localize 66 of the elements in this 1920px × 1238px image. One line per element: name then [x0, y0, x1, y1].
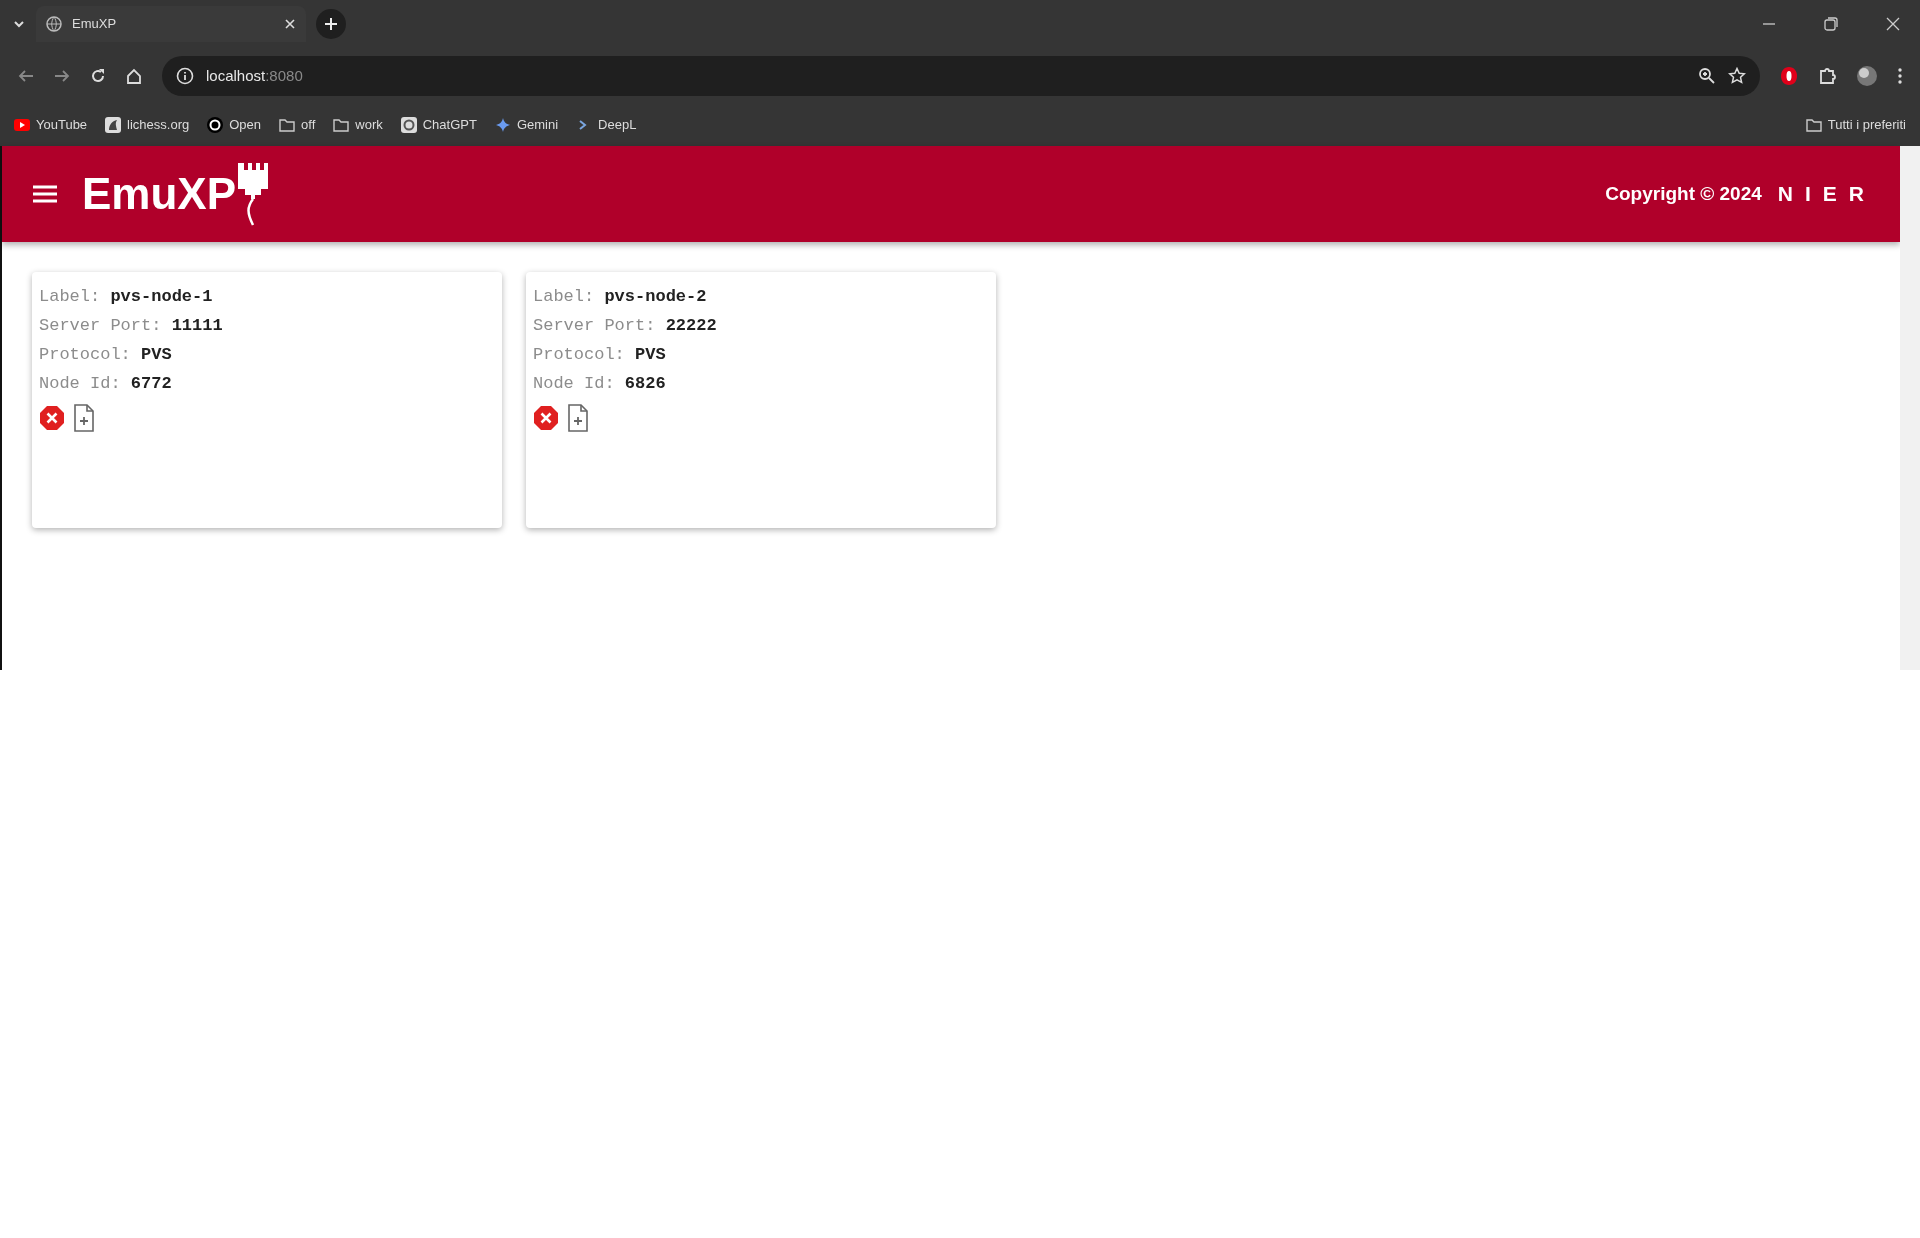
add-file-button[interactable]: [73, 404, 95, 432]
menu-icon: [1898, 68, 1902, 84]
delete-button[interactable]: [533, 404, 559, 432]
bookmark-link[interactable]: Gemini: [494, 115, 559, 135]
zoom-icon[interactable]: [1698, 67, 1716, 85]
add-file-button[interactable]: [567, 404, 589, 432]
star-icon[interactable]: [1728, 67, 1746, 85]
folder-icon: [1805, 117, 1822, 133]
menu-button[interactable]: [32, 184, 58, 204]
bookmark-link[interactable]: work: [333, 115, 383, 135]
bookmarks-folder-link[interactable]: Tutti i preferiti: [1805, 115, 1906, 135]
back-button[interactable]: [18, 68, 34, 84]
forward-icon: [54, 68, 70, 84]
reload-icon: [90, 68, 106, 84]
browser-tab[interactable]: EmuXP: [36, 6, 306, 42]
back-icon: [18, 68, 34, 84]
close-icon: [1886, 17, 1900, 31]
add-file-icon: [567, 404, 589, 432]
node-field: Protocol: PVS: [39, 340, 495, 369]
new-tab-button[interactable]: [316, 9, 346, 39]
node-field: Node Id: 6826: [533, 369, 989, 398]
delete-button[interactable]: [39, 404, 65, 432]
home-button[interactable]: [126, 68, 142, 84]
node-field: Server Port: 11111: [39, 311, 495, 340]
node-field: Protocol: PVS: [533, 340, 989, 369]
folder-icon: [333, 117, 350, 133]
menu-button[interactable]: [1898, 68, 1902, 84]
url-text: localhost:8080: [206, 65, 304, 86]
app-title: EmuXP: [82, 168, 237, 220]
puzzle-button[interactable]: [1818, 67, 1836, 85]
node-field: Node Id: 6772: [39, 369, 495, 398]
bookmark-link[interactable]: ChatGPT: [400, 115, 477, 135]
address-bar[interactable]: localhost:8080: [162, 56, 1760, 96]
scrollbar[interactable]: [1900, 146, 1920, 670]
forward-button[interactable]: [54, 68, 70, 84]
folder-icon: [279, 117, 296, 133]
bookmark-link[interactable]: DeepL: [576, 115, 637, 135]
ring-logo-icon: [207, 117, 224, 133]
bookmark-link[interactable]: lichess.org: [105, 115, 190, 135]
bookmark-link[interactable]: Open: [207, 115, 262, 135]
new-tab-icon: [324, 17, 338, 31]
plug-logo-icon: [236, 161, 271, 227]
reload-button[interactable]: [90, 68, 106, 84]
node-field: Label: pvs-node-1: [39, 282, 495, 311]
close-icon[interactable]: [284, 18, 296, 30]
bookmark-link[interactable]: YouTube: [14, 115, 88, 135]
bookmark-link[interactable]: off: [279, 115, 316, 135]
brand-logo: NIER: [1777, 181, 1876, 208]
restore-button[interactable]: [1824, 17, 1838, 31]
node-field: Server Port: 22222: [533, 311, 989, 340]
info-icon[interactable]: [176, 67, 194, 85]
sparkle-icon: [494, 117, 511, 133]
copyright-text: Copyright © 2024: [1605, 181, 1762, 206]
globe-icon: [46, 16, 62, 32]
restore-icon: [1824, 17, 1838, 31]
node-field: Label: pvs-node-2: [533, 282, 989, 311]
delete-icon: [533, 405, 559, 431]
home-icon: [126, 68, 142, 84]
extension-badge-icon[interactable]: [1780, 66, 1798, 86]
close-button[interactable]: [1886, 17, 1900, 31]
menu-icon: [32, 184, 58, 204]
profile-avatar-icon[interactable]: [1856, 65, 1878, 87]
puzzle-icon: [1818, 67, 1836, 85]
play-logo-icon: [14, 117, 30, 133]
delete-icon: [39, 405, 65, 431]
add-file-icon: [73, 404, 95, 432]
